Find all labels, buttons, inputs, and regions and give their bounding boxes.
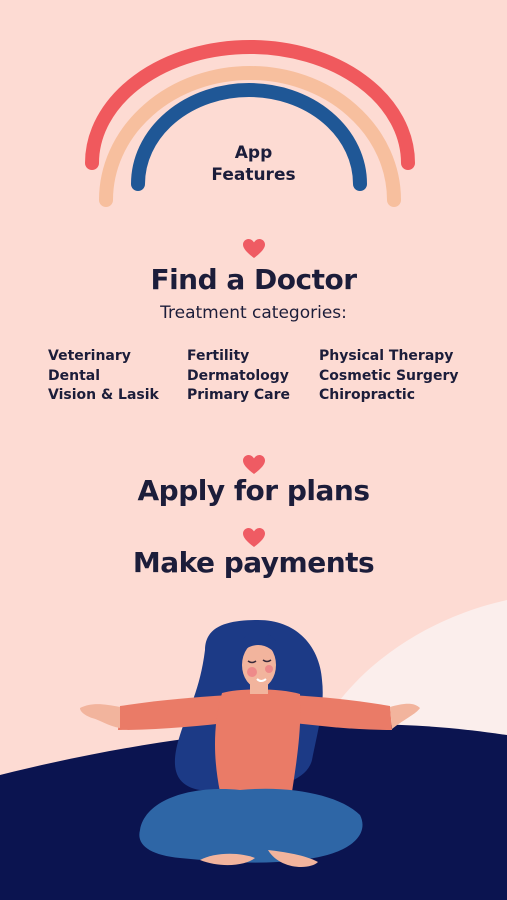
app-features-screen: App Features Find a Doctor Treatment cat…: [0, 0, 507, 900]
left-hand: [80, 704, 120, 728]
legs: [139, 788, 363, 863]
woman-illustration: [0, 600, 507, 900]
torso: [215, 689, 301, 792]
